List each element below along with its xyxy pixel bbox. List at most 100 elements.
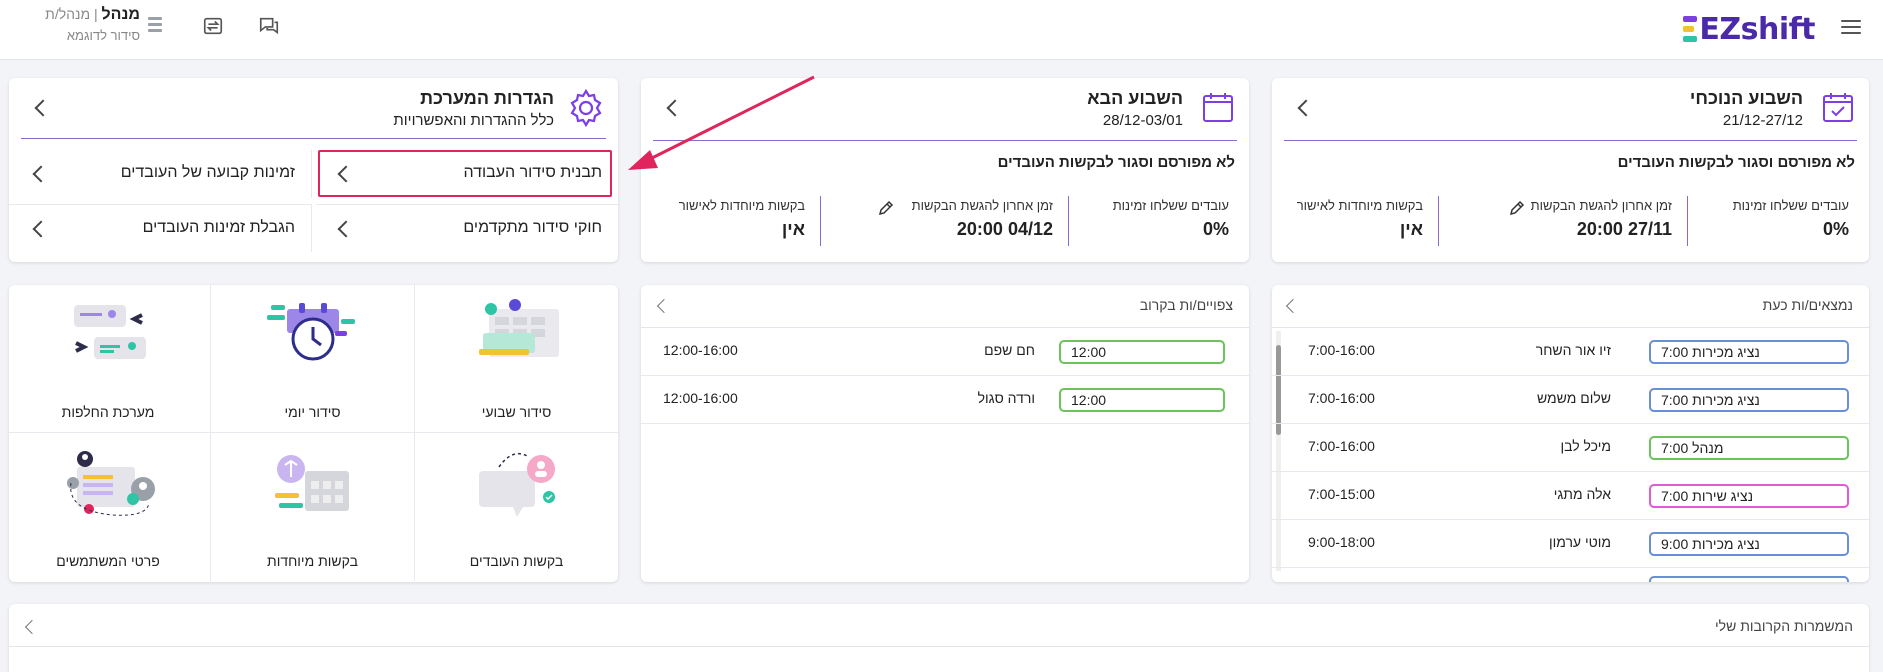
shift-time: 9:00-18:00: [1308, 534, 1375, 550]
present-now-card[interactable]: נמצאים/ות כעת נציג מכירות 7:00 זיו אור ה…: [1272, 285, 1869, 582]
logo-text: EZshift: [1699, 11, 1815, 47]
user-info[interactable]: מנהל | מנהל/ת סידור לדוגמא: [40, 6, 140, 43]
stat-divider: [1068, 196, 1069, 246]
next-week-card[interactable]: השבוע הבא 28/12-03/01 לא מפורסם וסגור לב…: [641, 78, 1249, 262]
stat-deadline: זמן אחרון להגשת הבקשות 04/12 20:00: [911, 198, 1053, 239]
weekly-schedule-icon: [478, 299, 559, 357]
shift-badge: 12:00: [1059, 340, 1225, 364]
chevron-left-icon[interactable]: [666, 99, 684, 117]
current-week-card[interactable]: השבוע הנוכחי 21/12-27/12 לא מפורסם וסגור…: [1272, 78, 1869, 262]
swap-system-icon: [74, 305, 146, 359]
list-item[interactable]: נציג מכירות 7:00 זיו אור השחר 7:00-16:00: [1272, 328, 1869, 376]
employee-name: מיכל לבן: [1560, 438, 1612, 454]
settings-subtitle: כלל ההגדרות והאפשרויות: [393, 112, 554, 129]
stat-divider: [1687, 196, 1688, 246]
feature-swap-system[interactable]: מערכת החלפות: [9, 285, 210, 433]
stat-deadline: זמן אחרון להגשת הבקשות 27/11 20:00: [1530, 198, 1672, 239]
settings-item-fixed-availability[interactable]: זמינות קבועה של העובדים: [9, 150, 312, 198]
highlight-box: [318, 150, 612, 197]
calendar-icon: [1203, 93, 1233, 122]
upcoming-title: צפויים/ות בקרוב: [1139, 297, 1233, 313]
chevron-left-icon[interactable]: [34, 99, 52, 117]
list-item[interactable]: נציג מכירות 9:00 מוטי ערמון 9:00-18:00: [1272, 520, 1869, 568]
user-role: מנהל: [101, 6, 140, 23]
list-item[interactable]: נציג שירות 7:00 אלה מתגי 7:00-15:00: [1272, 472, 1869, 520]
special-requests-icon: [274, 455, 349, 511]
settings-item-advanced-rules[interactable]: חוקי סידור מתקדמים: [316, 204, 618, 252]
features-card: סידור שבועי סידור יומי מערכת החלפות בקשו…: [9, 285, 618, 582]
feature-employee-requests[interactable]: בקשות העובדים: [414, 433, 618, 581]
shift-badge: מנהל 7:00: [1649, 436, 1849, 460]
shift-time: 7:00-15:00: [1308, 486, 1375, 502]
employee-name: שלום משמש: [1536, 390, 1611, 406]
next-week-dates: 28/12-03/01: [1102, 112, 1183, 129]
list-item[interactable]: 12:00 חם שפם 12:00-16:00: [641, 328, 1249, 376]
list-item-partial: [1272, 568, 1869, 582]
stat-special-requests: בקשות מיוחדות לאישור אין: [1296, 198, 1423, 239]
shift-time: 7:00-16:00: [1308, 438, 1375, 454]
upcoming-card[interactable]: צפויים/ות בקרוב 12:00 חם שפם 12:00-16:00…: [641, 285, 1249, 582]
next-week-status: לא מפורסם וסגור לבקשות העובדים: [997, 154, 1235, 171]
employee-requests-icon: [478, 452, 555, 517]
current-week-status: לא מפורסם וסגור לבקשות העובדים: [1617, 154, 1855, 171]
stat-divider: [1438, 196, 1439, 246]
list-item[interactable]: נציג מכירות 7:00 שלום משמש 7:00-16:00: [1272, 376, 1869, 424]
employee-name: זיו אור השחר: [1535, 342, 1611, 358]
feature-weekly-schedule[interactable]: סידור שבועי: [414, 285, 618, 433]
chevron-left-icon[interactable]: [1297, 99, 1315, 117]
divider: [653, 140, 1237, 141]
ezshift-logo[interactable]: EZshift: [1683, 11, 1815, 47]
shift-time: 7:00-16:00: [1308, 390, 1375, 406]
top-bar: EZshift מנהל | מנהל/ת סידור לדוגמא: [0, 0, 1883, 60]
current-week-title: השבוע הנוכחי: [1689, 88, 1803, 108]
calendar-check-icon: [1823, 93, 1853, 122]
settings-card[interactable]: הגדרות המערכת כלל ההגדרות והאפשרויות תבנ…: [9, 78, 618, 262]
schedule-name: סידור לדוגמא: [66, 28, 140, 43]
divider: [21, 138, 606, 139]
my-shifts-card[interactable]: המשמרות הקרובות שלי: [9, 604, 1869, 672]
settings-item-availability-limits[interactable]: הגבלת זמינות העובדים: [9, 204, 312, 252]
present-now-title: נמצאים/ות כעת: [1762, 297, 1853, 313]
shift-time: 12:00-16:00: [663, 390, 738, 406]
list-item[interactable]: מנהל 7:00 מיכל לבן 7:00-16:00: [1272, 424, 1869, 472]
stat-special-requests: בקשות מיוחדות לאישור אין: [678, 198, 805, 239]
user-role-rest: | מנהל/ת: [45, 6, 102, 22]
stat-divider: [820, 196, 821, 246]
swap-icon[interactable]: [202, 15, 224, 37]
feature-special-requests[interactable]: בקשות מיוחדות: [210, 433, 414, 581]
pencil-icon[interactable]: [1509, 200, 1525, 216]
next-week-title: השבוע הבא: [1087, 88, 1183, 108]
schedule-list-icon[interactable]: [148, 17, 162, 35]
chevron-left-icon[interactable]: [337, 220, 355, 238]
divider: [1284, 140, 1857, 141]
gear-icon: [570, 88, 602, 128]
feature-daily-schedule[interactable]: סידור יומי: [210, 285, 414, 433]
shift-badge: נציג שירות 7:00: [1649, 484, 1849, 508]
chat-icon[interactable]: [258, 15, 280, 37]
stat-availability-sent: עובדים ששלחו זמינות 0%: [1732, 198, 1849, 239]
feature-user-details[interactable]: פרטי המשתמשים: [9, 433, 210, 581]
employee-name: ורדה סגול: [977, 390, 1035, 406]
pencil-icon[interactable]: [878, 200, 894, 216]
list-item[interactable]: 12:00 ורדה סגול 12:00-16:00: [641, 376, 1249, 424]
settings-title: הגדרות המערכת: [420, 88, 554, 108]
my-shifts-title: המשמרות הקרובות שלי: [1715, 618, 1853, 634]
stat-availability-sent: עובדים ששלחו זמינות 0%: [1112, 198, 1229, 239]
divider: [9, 646, 1869, 647]
employee-name: מוטי ערמון: [1548, 534, 1611, 550]
user-details-icon: [67, 451, 155, 516]
shift-time: 12:00-16:00: [663, 342, 738, 358]
current-week-dates: 21/12-27/12: [1722, 112, 1803, 129]
shift-badge: 12:00: [1059, 388, 1225, 412]
shift-badge: נציג מכירות 7:00: [1649, 340, 1849, 364]
logo-mark: [1683, 16, 1698, 42]
shift-time: 7:00-16:00: [1308, 342, 1375, 358]
chevron-left-icon[interactable]: [24, 619, 40, 635]
daily-schedule-icon: [266, 303, 355, 361]
chevron-left-icon[interactable]: [656, 298, 672, 314]
chevron-left-icon[interactable]: [32, 165, 50, 183]
menu-icon[interactable]: [1841, 16, 1861, 36]
shift-badge: נציג מכירות 7:00: [1649, 388, 1849, 412]
chevron-left-icon[interactable]: [1285, 298, 1301, 314]
chevron-left-icon[interactable]: [32, 220, 50, 238]
